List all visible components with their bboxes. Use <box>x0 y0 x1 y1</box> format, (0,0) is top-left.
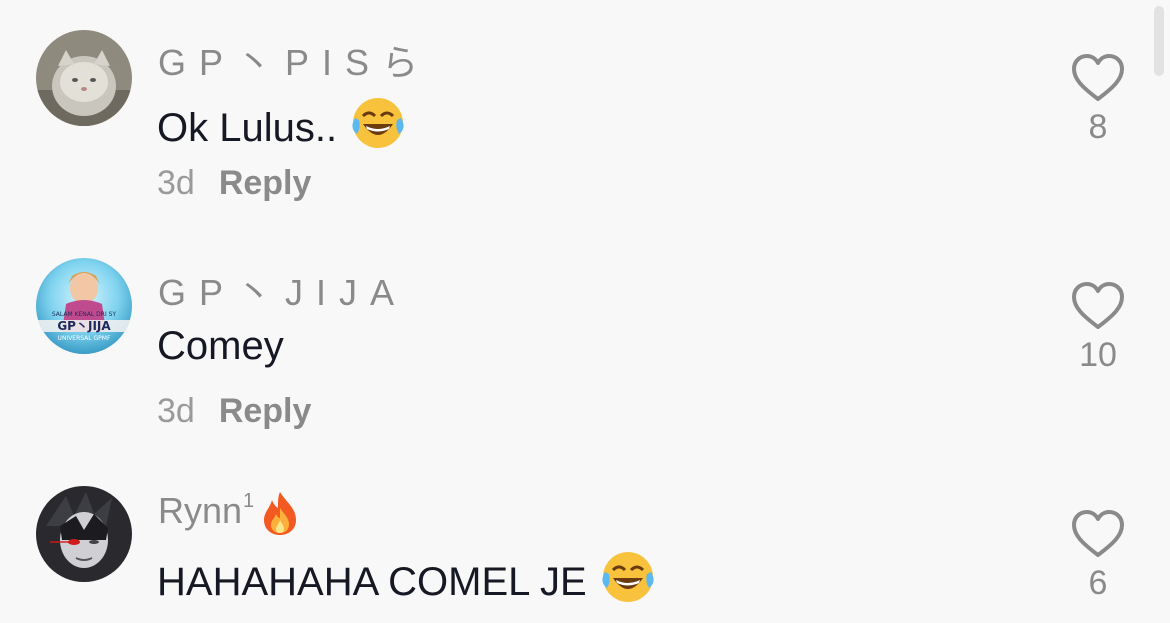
heart-icon <box>1072 282 1124 329</box>
like-count: 6 <box>1088 564 1108 602</box>
comment-time: 3d <box>157 164 195 202</box>
fire-emoji-icon <box>260 490 300 545</box>
comment-text: Comey <box>157 324 284 369</box>
avatar-bottom-text: UNIVERSAL GPMF <box>58 335 111 342</box>
username-superscript: 1 <box>243 490 255 512</box>
comment-text: HAHAHAHA COMEL JE <box>157 550 655 614</box>
comment-username[interactable]: Rynn 1 <box>158 490 300 545</box>
joy-emoji-icon <box>601 550 655 614</box>
comment-meta: 3d Reply <box>157 392 311 431</box>
avatar[interactable] <box>36 486 132 582</box>
comments-panel: GP丶PISら Ok Lulus.. 3d Reply 8 SALAM KENA… <box>0 0 1170 623</box>
like-button[interactable]: 8 <box>1060 52 1136 147</box>
reply-button[interactable]: Reply <box>219 164 312 203</box>
like-button[interactable]: 6 <box>1060 508 1136 603</box>
username-text: Rynn <box>158 490 243 531</box>
avatar-top-text: SALAM KENAL DRI SY <box>52 311 117 318</box>
scrollbar[interactable] <box>1154 6 1164 76</box>
avatar-middle-text: GP丶JIJA <box>57 319 111 333</box>
comment-username[interactable]: GP丶JIJA <box>158 264 407 316</box>
like-count: 10 <box>1079 336 1117 374</box>
comment-text: Ok Lulus.. <box>157 96 405 160</box>
comment-text-content: Ok Lulus.. <box>157 105 338 150</box>
comment-meta: 3d Reply <box>157 164 311 203</box>
like-count: 8 <box>1088 108 1108 146</box>
heart-icon <box>1072 510 1124 557</box>
heart-icon <box>1072 54 1124 101</box>
avatar[interactable] <box>36 30 132 126</box>
comment-text-content: HAHAHAHA COMEL JE <box>157 559 587 604</box>
like-button[interactable]: 10 <box>1060 280 1136 375</box>
avatar[interactable]: SALAM KENAL DRI SY GP丶JIJA UNIVERSAL GPM… <box>36 258 132 354</box>
comment-text-content: Comey <box>157 324 284 368</box>
reply-button[interactable]: Reply <box>219 392 312 431</box>
comment-time: 3d <box>157 392 195 430</box>
comment-username[interactable]: GP丶PISら <box>158 34 431 86</box>
joy-emoji-icon <box>351 96 405 160</box>
